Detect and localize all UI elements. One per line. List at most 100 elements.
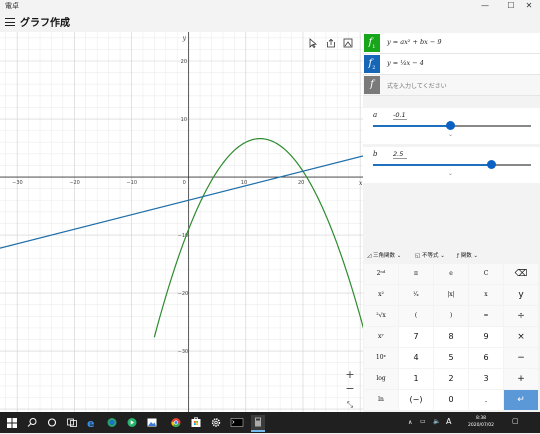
photos-icon[interactable] [146, 415, 158, 430]
cortana-icon[interactable] [46, 415, 58, 430]
decimal-key[interactable]: . [469, 390, 503, 410]
function-row-f1[interactable]: f1 y = ax² + bx − 9 [363, 33, 540, 54]
settings-gear-icon[interactable] [210, 415, 222, 430]
media-player-icon[interactable] [126, 415, 138, 430]
clock-date[interactable]: 2020/07/02 [463, 423, 499, 428]
notification-icon[interactable]: ▢ [512, 417, 519, 425]
x-tick-label: 20 [298, 180, 304, 186]
terminal-icon[interactable] [230, 415, 244, 430]
windows-start-icon[interactable] [6, 415, 18, 430]
one-key[interactable]: 1 [399, 369, 433, 389]
slider-b-track[interactable] [373, 160, 531, 169]
ten-power-key[interactable]: 10ˣ [364, 348, 398, 368]
title-bar: 電卓 — ☐ ✕ [0, 0, 540, 12]
f3-badge-letter: f [370, 79, 374, 90]
y-tick-label: 10 [181, 117, 187, 123]
function-row-f2[interactable]: f2 y = ¼x − 4 [363, 54, 540, 75]
plus-key[interactable]: + [504, 369, 538, 389]
y-var-key[interactable]: y [504, 285, 538, 305]
slider-b-value[interactable]: 2.5 [393, 150, 407, 159]
volume-icon[interactable]: 🔈 [433, 418, 440, 425]
multiply-key[interactable]: × [504, 327, 538, 347]
seven-key[interactable]: 7 [399, 327, 433, 347]
f3-color-badge: f [364, 76, 380, 94]
inequality-tab[interactable]: ◱ 不等式 ⌄ [415, 251, 445, 259]
four-key[interactable]: 4 [399, 348, 433, 368]
abs-key[interactable]: |x| [434, 285, 468, 305]
six-key[interactable]: 6 [469, 348, 503, 368]
slider-a-thumb[interactable] [445, 121, 455, 130]
divide-key[interactable]: ÷ [504, 306, 538, 326]
backspace-key[interactable]: ⌫ [504, 264, 538, 284]
negate-key[interactable]: (−) [399, 390, 433, 410]
f2-color-badge[interactable]: f2 [364, 55, 380, 73]
function-row-new[interactable]: f 式を入力してください [363, 75, 540, 96]
x-var-key[interactable]: x [469, 285, 503, 305]
minus-key[interactable]: − [504, 348, 538, 368]
f1-color-badge[interactable]: f1 [364, 34, 380, 52]
log-key[interactable]: log [364, 369, 398, 389]
edge-icon[interactable] [106, 415, 118, 430]
function-tab[interactable]: ƒ 関数 ⌄ [457, 251, 478, 259]
f2-expression[interactable]: y = ¼x − 4 [387, 59, 424, 67]
edge-legacy-icon[interactable]: e [86, 415, 98, 430]
network-icon[interactable]: ▭ [420, 418, 426, 425]
f1-expression[interactable]: y = ax² + bx − 9 [387, 38, 442, 46]
clock-time[interactable]: 8:38 [469, 416, 493, 421]
ime-indicator[interactable]: A [446, 417, 451, 426]
zoom-in-button[interactable]: + [342, 368, 358, 382]
x-tick-label: −30 [12, 180, 23, 186]
calculator-taskbar-icon[interactable] [251, 415, 265, 432]
graph-options-icon[interactable] [343, 38, 357, 52]
second-key[interactable]: 2ⁿᵈ [364, 264, 398, 284]
search-icon[interactable] [26, 415, 38, 430]
slider-card-b: b 2.5 ⌄ [363, 147, 540, 183]
e-key[interactable]: e [434, 264, 468, 284]
inequality-icon: ◱ [415, 253, 421, 259]
task-view-icon[interactable] [66, 415, 78, 430]
power-key[interactable]: xʸ [364, 327, 398, 347]
two-key[interactable]: 2 [434, 369, 468, 389]
slider-a-fill [373, 125, 451, 127]
open-paren-key[interactable]: ( [399, 306, 433, 326]
minimize-button[interactable]: — [474, 0, 496, 12]
slider-a-chevron-icon[interactable]: ⌄ [448, 131, 453, 138]
reciprocal-key[interactable]: ¹⁄ₓ [399, 285, 433, 305]
trace-pointer-icon[interactable] [308, 38, 322, 52]
pi-key[interactable]: π [399, 264, 433, 284]
eight-key[interactable]: 8 [434, 327, 468, 347]
close-paren-key[interactable]: ) [434, 306, 468, 326]
three-key[interactable]: 3 [469, 369, 503, 389]
sqrt-key[interactable]: ²√x [364, 306, 398, 326]
x-tick-label: −10 [126, 180, 137, 186]
app-header: グラフ作成 [0, 12, 540, 32]
square-key[interactable]: x² [364, 285, 398, 305]
fit-view-button[interactable]: ⤡ [342, 398, 358, 412]
ln-key[interactable]: ln [364, 390, 398, 410]
slider-b-chevron-icon[interactable]: ⌄ [448, 170, 453, 177]
chrome-icon[interactable] [170, 415, 182, 430]
five-key[interactable]: 5 [434, 348, 468, 368]
graph-canvas[interactable]: x y −30 −20 −10 0 10 20 20 10 −10 −20 −30 + − ⤡ [0, 32, 363, 412]
clear-key[interactable]: C [469, 264, 503, 284]
function-icon: ƒ [457, 253, 459, 259]
trig-tab[interactable]: ◿ 三角関数 ⌄ [367, 251, 401, 259]
x-tick-label: −20 [69, 180, 80, 186]
chevron-up-icon[interactable]: ∧ [408, 419, 412, 426]
menu-icon[interactable] [5, 16, 15, 27]
function-input-placeholder[interactable]: 式を入力してください [387, 81, 447, 90]
slider-b-thumb[interactable] [487, 160, 496, 169]
equals-key[interactable]: = [469, 306, 503, 326]
zero-key[interactable]: 0 [434, 390, 468, 410]
enter-key[interactable]: ↵ [504, 390, 538, 410]
slider-a-value[interactable]: -0.1 [393, 111, 407, 120]
graph-plot[interactable]: xy−30 −20 −10 0 10 202010−10−20−30 [0, 32, 363, 412]
zoom-out-button[interactable]: − [342, 382, 358, 396]
close-button[interactable]: ✕ [518, 0, 540, 12]
share-icon[interactable] [326, 38, 340, 52]
inequality-tab-label: 不等式 ⌄ [421, 253, 445, 259]
y-tick-label: −30 [178, 349, 189, 355]
store-icon[interactable] [190, 415, 202, 430]
nine-key[interactable]: 9 [469, 327, 503, 347]
slider-a-track[interactable] [373, 121, 531, 130]
